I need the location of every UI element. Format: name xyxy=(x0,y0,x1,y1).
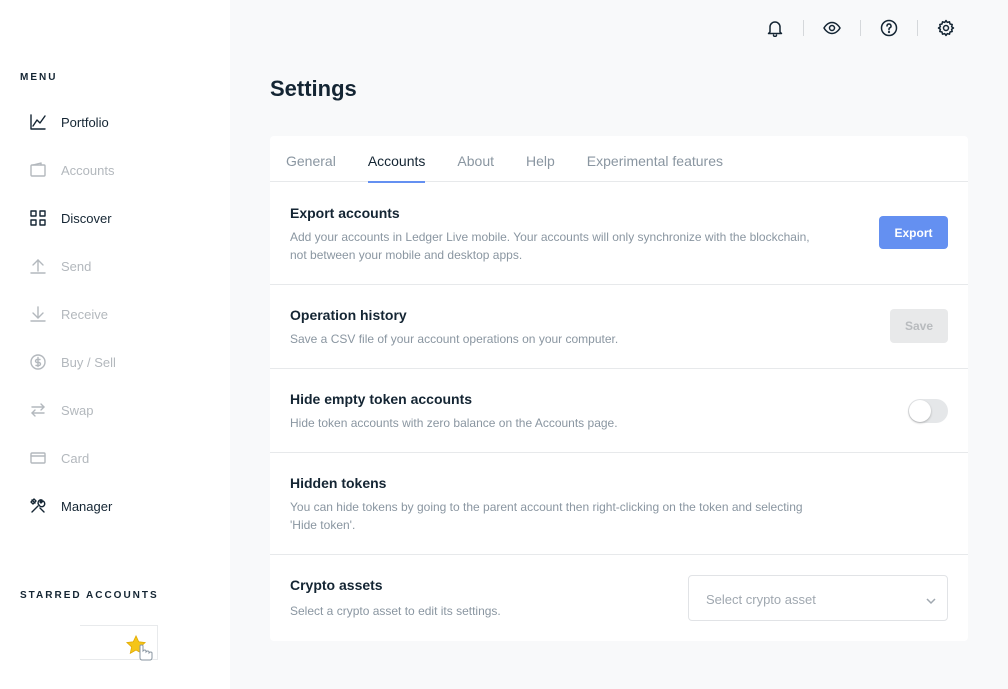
row-description: Hide token accounts with zero balance on… xyxy=(290,416,618,430)
starred-accounts-placeholder xyxy=(80,625,158,661)
row-title: Export accounts xyxy=(290,205,400,221)
page-title: Settings xyxy=(270,76,357,101)
arrow-up-icon xyxy=(28,256,48,276)
tab-help[interactable]: Help xyxy=(526,136,555,182)
divider xyxy=(803,20,804,36)
menu-title: MENU xyxy=(20,72,58,83)
settings-panel: General Accounts About Help Experimental… xyxy=(270,136,968,641)
sidebar-item-label: Discover xyxy=(61,210,112,226)
tab-accounts[interactable]: Accounts xyxy=(367,136,425,183)
wallet-icon xyxy=(28,160,48,180)
starred-accounts-title: STARRED ACCOUNTS xyxy=(20,590,159,601)
export-button[interactable]: Export xyxy=(879,216,948,249)
save-button[interactable]: Save xyxy=(890,309,948,343)
swap-icon xyxy=(28,400,48,420)
sidebar-item-manager[interactable]: Manager xyxy=(28,494,112,518)
hide-empty-token-accounts-row: Hide empty token accounts Hide token acc… xyxy=(270,369,968,453)
divider xyxy=(917,20,918,36)
sidebar-item-discover[interactable]: Discover xyxy=(28,206,112,230)
sidebar-item-label: Buy / Sell xyxy=(61,354,116,370)
operation-history-row: Operation history Save a CSV file of you… xyxy=(270,285,968,369)
sidebar-item-label: Accounts xyxy=(61,162,115,178)
sidebar-item-label: Manager xyxy=(61,498,113,514)
sidebar: MENU Portfolio Accounts Discover Send Re… xyxy=(0,0,230,689)
cursor-hand-icon xyxy=(139,644,153,661)
row-title: Hide empty token accounts xyxy=(290,391,473,407)
sidebar-item-receive[interactable]: Receive xyxy=(28,302,108,326)
row-description: You can hide tokens by going to the pare… xyxy=(290,500,803,532)
tab-experimental-features[interactable]: Experimental features xyxy=(587,136,723,182)
sidebar-item-label: Card xyxy=(61,450,90,466)
sidebar-item-card[interactable]: Card xyxy=(28,446,89,470)
dollar-circle-icon xyxy=(28,352,48,372)
sidebar-item-swap[interactable]: Swap xyxy=(28,398,94,422)
arrow-down-icon xyxy=(28,304,48,324)
sidebar-item-portfolio[interactable]: Portfolio xyxy=(28,110,109,134)
sidebar-item-label: Receive xyxy=(61,306,108,322)
crypto-asset-select[interactable]: Select crypto asset xyxy=(688,575,948,621)
row-title: Operation history xyxy=(290,307,407,323)
crypto-assets-row: Crypto assets Select a crypto asset to e… xyxy=(270,555,968,641)
row-title: Hidden tokens xyxy=(290,475,387,491)
settings-tabs: General Accounts About Help Experimental… xyxy=(270,136,968,183)
toggle-knob xyxy=(909,400,931,422)
help-icon[interactable] xyxy=(877,16,901,40)
hidden-tokens-row: Hidden tokens You can hide tokens by goi… xyxy=(270,453,968,555)
card-icon xyxy=(28,448,48,468)
sidebar-item-label: Portfolio xyxy=(61,114,109,130)
eye-icon[interactable] xyxy=(820,16,844,40)
row-description: Save a CSV file of your account operatio… xyxy=(290,332,619,346)
topbar xyxy=(763,16,958,40)
select-placeholder: Select crypto asset xyxy=(706,592,816,607)
export-accounts-row: Export accounts Add your accounts in Led… xyxy=(270,182,968,285)
row-description: Add your accounts in Ledger Live mobile.… xyxy=(290,230,810,262)
tools-icon xyxy=(28,496,48,516)
grid-icon xyxy=(28,208,48,228)
tab-about[interactable]: About xyxy=(457,136,494,182)
bell-icon[interactable] xyxy=(763,16,787,40)
sidebar-item-send[interactable]: Send xyxy=(28,254,91,278)
row-title: Crypto assets xyxy=(290,577,383,593)
tab-general[interactable]: General xyxy=(286,136,336,182)
chart-line-icon xyxy=(28,112,48,132)
hide-empty-toggle[interactable] xyxy=(908,399,948,423)
sidebar-item-label: Swap xyxy=(61,402,94,418)
sidebar-item-accounts[interactable]: Accounts xyxy=(28,158,114,182)
sidebar-item-buy-sell[interactable]: Buy / Sell xyxy=(28,350,116,374)
gear-icon[interactable] xyxy=(934,16,958,40)
divider xyxy=(860,20,861,36)
sidebar-item-label: Send xyxy=(61,258,92,274)
chevron-down-icon xyxy=(925,594,937,606)
